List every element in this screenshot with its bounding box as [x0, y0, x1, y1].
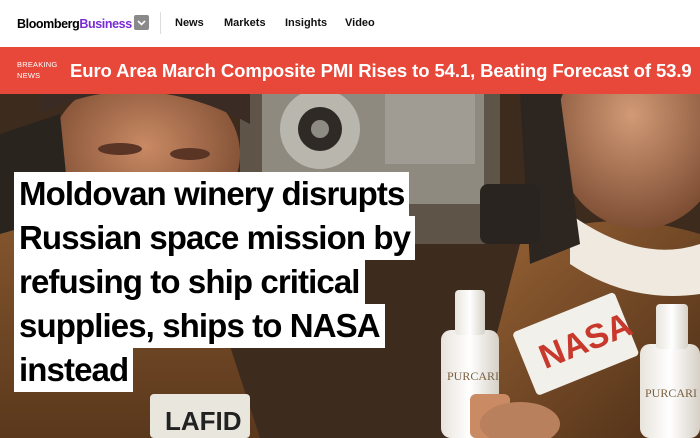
breaking-news-headline[interactable]: Euro Area March Composite PMI Rises to 5…	[70, 60, 692, 82]
bloomberg-business-logo[interactable]: BloombergBusiness	[17, 16, 132, 32]
headline-line-1[interactable]: Moldovan winery disrupts	[14, 172, 410, 216]
headline-line-5[interactable]: instead	[14, 348, 134, 392]
breaking-label-line1: BREAKING	[17, 60, 58, 69]
nav-link-news[interactable]: News	[175, 16, 204, 30]
logo-wordmark-bloomberg: Bloomberg	[17, 17, 80, 31]
logo-wordmark-business: Business	[79, 17, 132, 31]
headline-line-3[interactable]: refusing to ship critical	[14, 260, 365, 304]
suit-name-patch-text: LAFID	[165, 406, 242, 436]
headline-line-4[interactable]: supplies, ships to NASA	[14, 304, 385, 348]
breaking-news-bar[interactable]: BREAKING NEWS Euro Area March Composite …	[0, 47, 700, 94]
headline-line-2[interactable]: Russian space mission by	[14, 216, 416, 260]
bottle-label-right: PURCARI	[645, 386, 697, 400]
bottle-label-left: PURCARI	[447, 369, 499, 383]
site-header: BloombergBusiness News Markets Insights …	[0, 0, 700, 47]
chevron-down-icon	[137, 19, 146, 26]
nav-divider	[160, 12, 161, 34]
breaking-label-line2: NEWS	[17, 71, 41, 80]
nav-link-video[interactable]: Video	[345, 16, 375, 30]
nav-link-markets[interactable]: Markets	[224, 16, 266, 30]
menu-dropdown-button[interactable]	[134, 15, 149, 30]
nav-link-insights[interactable]: Insights	[285, 16, 327, 30]
breaking-news-label: BREAKING NEWS	[17, 59, 61, 81]
